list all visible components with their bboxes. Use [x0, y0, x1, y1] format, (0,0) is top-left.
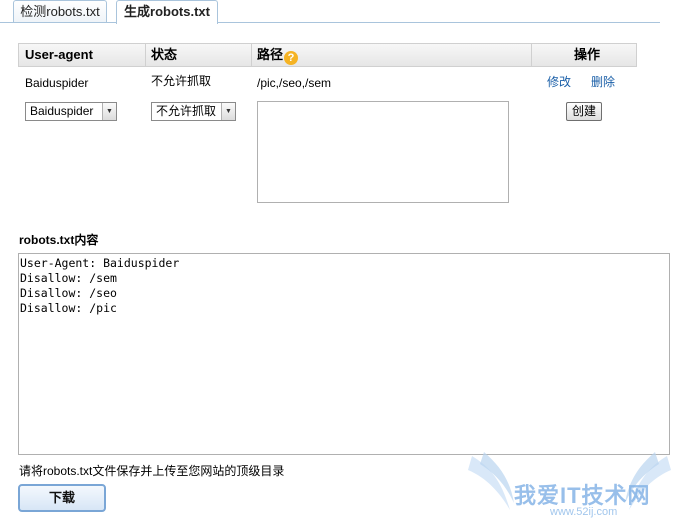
rules-table-header: User-agent 状态 路径? 操作: [18, 43, 637, 67]
content-title: robots.txt内容: [19, 233, 99, 247]
header-path: 路径?: [257, 44, 299, 66]
delete-link[interactable]: 删除: [591, 74, 615, 90]
header-user-agent: User-agent: [25, 47, 93, 62]
header-divider: [531, 44, 532, 66]
path-input[interactable]: [257, 101, 509, 203]
user-agent-select[interactable]: Baiduspider ▼: [25, 102, 117, 121]
robots-content-textarea[interactable]: User-Agent: Baiduspider Disallow: /sem D…: [18, 253, 670, 455]
header-actions: 操作: [574, 47, 601, 62]
status-select[interactable]: 不允许抓取 ▼: [151, 102, 236, 121]
chevron-down-icon[interactable]: ▼: [102, 103, 116, 120]
tab-baseline: [0, 22, 660, 23]
tab-generate-robots[interactable]: 生成robots.txt: [116, 0, 218, 24]
content-line: Disallow: /seo: [20, 286, 117, 300]
watermark-url: www.52ij.com: [550, 506, 618, 518]
edit-link[interactable]: 修改: [547, 74, 571, 90]
header-status: 状态: [151, 47, 178, 62]
row-status: 不允许抓取: [151, 74, 212, 88]
user-agent-select-value: Baiduspider: [30, 104, 94, 118]
header-path-label: 路径: [257, 47, 284, 62]
content-line: User-Agent: Baiduspider: [20, 256, 180, 270]
header-divider: [145, 44, 146, 66]
help-icon[interactable]: ?: [284, 51, 299, 65]
content-line: Disallow: /sem: [20, 271, 117, 285]
create-button[interactable]: 创建: [566, 102, 602, 121]
watermark: 我爱IT技术网 www.52ij.com: [462, 448, 677, 520]
tab-check-robots[interactable]: 检测robots.txt: [13, 0, 107, 23]
upload-hint: 请将robots.txt文件保存并上传至您网站的顶级目录: [19, 464, 285, 478]
row-user-agent: Baiduspider: [25, 76, 89, 90]
download-button[interactable]: 下载: [18, 484, 106, 512]
chevron-down-icon[interactable]: ▼: [221, 103, 235, 120]
status-select-value: 不允许抓取: [156, 104, 217, 118]
row-path: /pic,/seo,/sem: [257, 76, 332, 90]
content-line: Disallow: /pic: [20, 301, 117, 315]
tab-bar: 检测robots.txt 生成robots.txt: [0, 0, 685, 24]
header-divider: [251, 44, 252, 66]
